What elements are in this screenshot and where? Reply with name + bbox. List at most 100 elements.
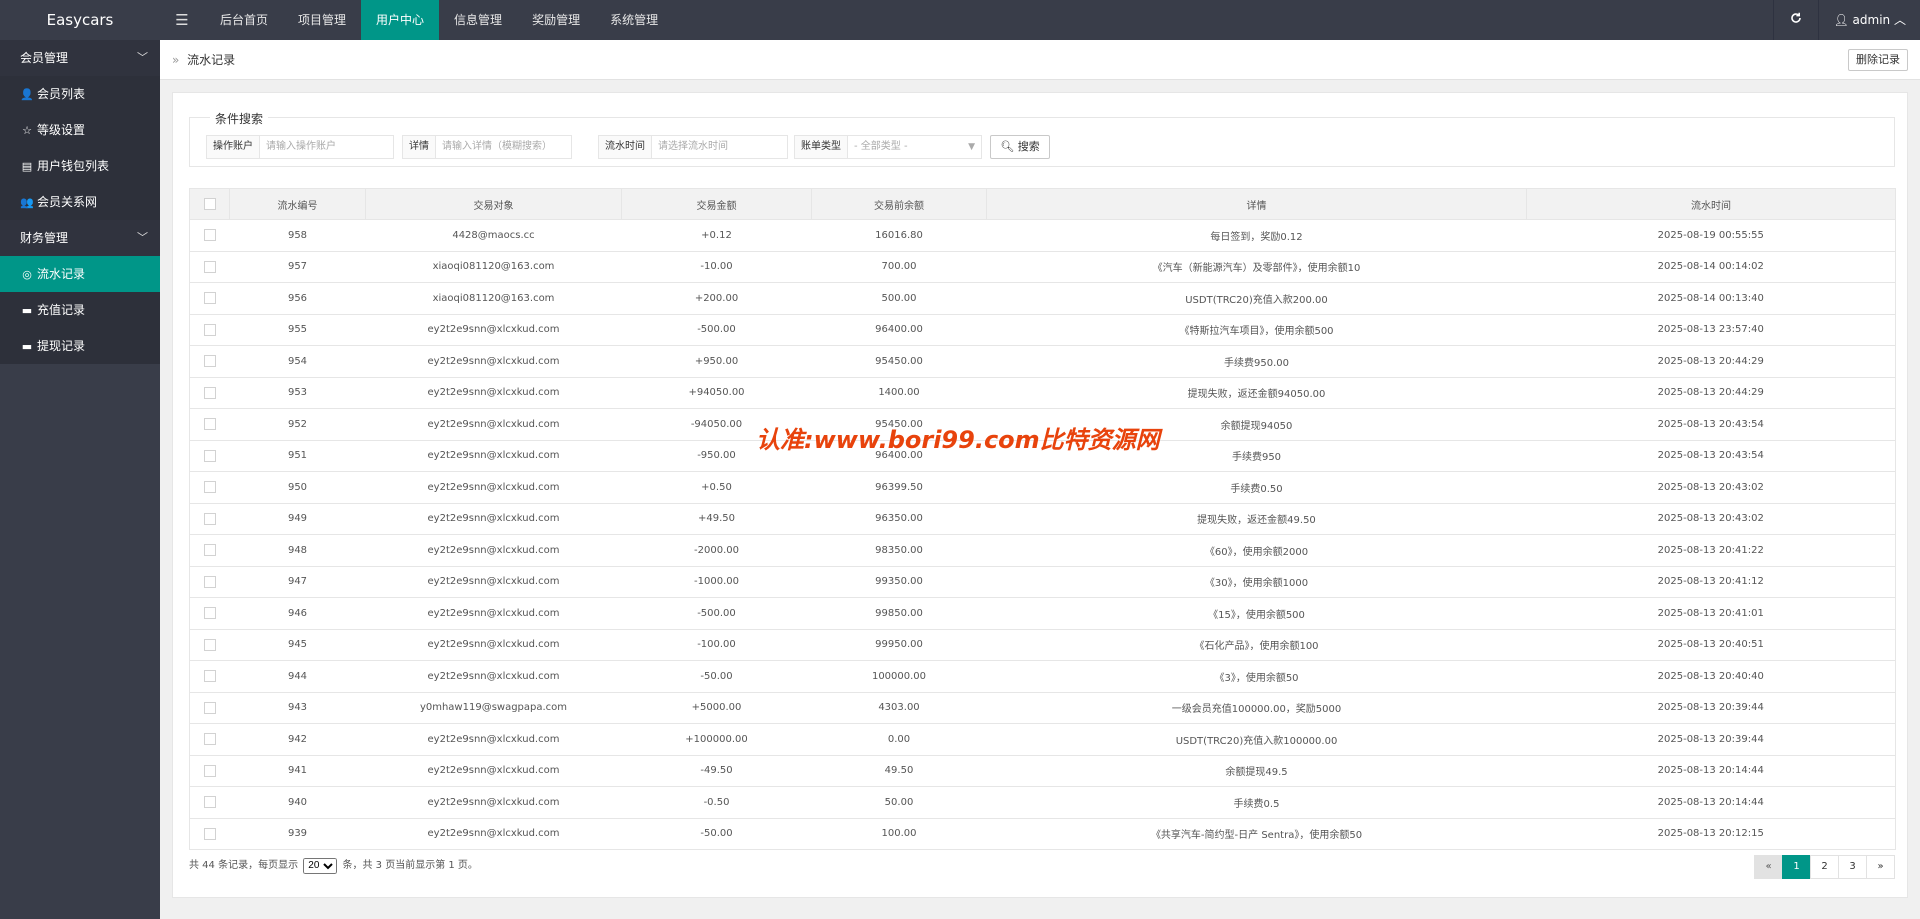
detail-input[interactable]: 请输入详情（模糊搜索） [436, 135, 572, 159]
select-all-checkbox[interactable] [203, 198, 216, 210]
table-row[interactable]: 956 xiaoqi081120@163.com +200.00 500.00 USDT… [189, 282, 1896, 315]
page-2-button[interactable]: 2 [1810, 855, 1839, 879]
sidebar-group-finance[interactable]: 财务管理 ﹀ [0, 220, 160, 256]
topnav-system[interactable]: 系统管理 [595, 0, 673, 40]
row-checkbox[interactable] [203, 607, 216, 620]
row-checkbox[interactable] [203, 449, 216, 462]
table-row[interactable]: 946 ey2t2e9snn@xlcxkud.com -500.00 99850.00… [189, 597, 1896, 630]
table-row[interactable]: 942 ey2t2e9snn@xlcxkud.com +100000.00 0.00 U… [189, 723, 1896, 756]
col-header-before-balance[interactable]: 交易前余额 [811, 188, 987, 220]
card-icon: ▬ [21, 304, 33, 317]
col-header-detail[interactable]: 详情 [986, 188, 1527, 220]
cell-detail: 《特斯拉汽车项目》，使用余额500 [986, 314, 1527, 346]
sidebar-item-wallet-list[interactable]: ▤ 用户钱包列表 [0, 148, 160, 184]
row-checkbox[interactable] [203, 575, 216, 588]
cell-before-balance: 700.00 [811, 251, 987, 283]
col-header-amount[interactable]: 交易金额 [621, 188, 812, 220]
sidebar-item-recharge-records[interactable]: ▬ 充值记录 [0, 292, 160, 328]
row-checkbox[interactable] [203, 323, 216, 336]
cell-amount: -94050.00 [621, 408, 812, 441]
col-header-target[interactable]: 交易对象 [365, 188, 622, 220]
cell-id: 941 [229, 755, 366, 787]
table-row[interactable]: 949 ey2t2e9snn@xlcxkud.com +49.50 96350.00 提… [189, 503, 1896, 535]
table-row[interactable]: 952 ey2t2e9snn@xlcxkud.com -94050.00 95450.… [189, 408, 1896, 441]
topnav-projects[interactable]: 项目管理 [283, 0, 361, 40]
row-checkbox[interactable] [203, 544, 216, 557]
table-row[interactable]: 950 ey2t2e9snn@xlcxkud.com +0.50 96399.50 手续… [189, 471, 1896, 504]
page-size-select[interactable]: 20 [303, 857, 338, 874]
sidebar-item-flow-records[interactable]: ◎ 流水记录 [0, 256, 160, 292]
sidebar-item-relation-network[interactable]: 👥 会员关系网 [0, 184, 160, 220]
topnav-home[interactable]: 后台首页 [205, 0, 283, 40]
sidebar-group-members[interactable]: 会员管理 ﹀ [0, 40, 160, 76]
sidebar-item-label: 会员关系网 [37, 195, 98, 209]
table-row[interactable]: 948 ey2t2e9snn@xlcxkud.com -2000.00 98350.0… [189, 534, 1896, 567]
table-row[interactable]: 951 ey2t2e9snn@xlcxkud.com -950.00 96400.00… [189, 440, 1896, 472]
row-checkbox[interactable] [203, 229, 216, 242]
row-checkbox[interactable] [203, 733, 216, 746]
cell-time: 2025-08-13 20:39:44 [1526, 723, 1896, 756]
table-row[interactable]: 955 ey2t2e9snn@xlcxkud.com -500.00 96400.00… [189, 314, 1896, 346]
cell-id: 944 [229, 660, 366, 693]
cell-amount: -50.00 [621, 660, 812, 693]
delete-records-button[interactable]: 删除记录 [1848, 49, 1908, 71]
cell-before-balance: 95450.00 [811, 408, 987, 441]
cell-time: 2025-08-19 00:55:55 [1526, 219, 1896, 252]
row-select-cell [189, 282, 230, 315]
cell-amount: -2000.00 [621, 534, 812, 567]
row-checkbox[interactable] [203, 796, 216, 809]
app-logo: Easycars [0, 0, 160, 40]
table-row[interactable]: 940 ey2t2e9snn@xlcxkud.com -0.50 50.00 手续费0.… [189, 786, 1896, 819]
topnav-info[interactable]: 信息管理 [439, 0, 517, 40]
topnav-rewards[interactable]: 奖励管理 [517, 0, 595, 40]
row-checkbox[interactable] [203, 418, 216, 431]
breadcrumb-arrow-icon: » [172, 53, 180, 67]
search-button[interactable]: 🔍︎ 搜索 [990, 135, 1050, 159]
row-checkbox[interactable] [203, 670, 216, 683]
table-row[interactable]: 958 4428@maocs.cc +0.12 16016.80 每日签到，奖励0.12… [189, 219, 1896, 252]
row-checkbox[interactable] [203, 512, 216, 525]
sidebar-item-level-settings[interactable]: ☆ 等级设置 [0, 112, 160, 148]
col-header-id[interactable]: 流水编号 [229, 188, 366, 220]
refresh-icon[interactable] [1773, 0, 1818, 40]
table-row[interactable]: 957 xiaoqi081120@163.com -10.00 700.00 《汽车（新… [189, 251, 1896, 283]
cell-amount: +49.50 [621, 503, 812, 535]
cell-before-balance: 95450.00 [811, 345, 987, 378]
account-input[interactable]: 请输入操作账户 [260, 135, 394, 159]
row-checkbox[interactable] [203, 260, 216, 273]
next-page-button[interactable]: » [1866, 855, 1895, 879]
cell-before-balance: 96350.00 [811, 503, 987, 535]
table-header-row: 流水编号 交易对象 交易金额 交易前余额 详情 流水时间 [189, 188, 1896, 220]
page-1-button[interactable]: 1 [1782, 855, 1811, 879]
row-checkbox[interactable] [203, 827, 216, 840]
row-select-cell [189, 219, 230, 252]
table-row[interactable]: 954 ey2t2e9snn@xlcxkud.com +950.00 95450.00… [189, 345, 1896, 378]
row-checkbox[interactable] [203, 764, 216, 777]
prev-page-button[interactable]: « [1754, 855, 1783, 879]
row-checkbox[interactable] [203, 701, 216, 714]
table-row[interactable]: 941 ey2t2e9snn@xlcxkud.com -49.50 49.50 余额提现… [189, 755, 1896, 787]
table-row[interactable]: 953 ey2t2e9snn@xlcxkud.com +94050.00 1400.0… [189, 377, 1896, 409]
table-row[interactable]: 947 ey2t2e9snn@xlcxkud.com -1000.00 99350.0… [189, 566, 1896, 598]
row-checkbox[interactable] [203, 386, 216, 399]
sidebar-item-member-list[interactable]: 👤 会员列表 [0, 76, 160, 112]
user-menu[interactable]: 👤︎ admin ︿ [1818, 0, 1920, 40]
topnav-user-center[interactable]: 用户中心 [361, 0, 440, 40]
table-row[interactable]: 939 ey2t2e9snn@xlcxkud.com -50.00 100.00 《共享… [189, 818, 1896, 850]
sidebar-item-withdraw-records[interactable]: ▬ 提现记录 [0, 328, 160, 364]
menu-toggle-icon[interactable]: ☰ [160, 0, 204, 40]
table-row[interactable]: 945 ey2t2e9snn@xlcxkud.com -100.00 99950.00… [189, 629, 1896, 661]
page-3-button[interactable]: 3 [1838, 855, 1867, 879]
table-row[interactable]: 943 y0mhaw119@swagpapa.com +5000.00 4303.00… [189, 692, 1896, 724]
cell-detail: 手续费0.5 [986, 786, 1527, 819]
cell-amount: -500.00 [621, 597, 812, 630]
table-row[interactable]: 944 ey2t2e9snn@xlcxkud.com -50.00 100000.00… [189, 660, 1896, 693]
row-checkbox[interactable] [203, 292, 216, 305]
col-header-time[interactable]: 流水时间 [1526, 188, 1896, 220]
row-checkbox[interactable] [203, 355, 216, 368]
type-select[interactable]: - 全部类型 - ▼ [848, 135, 982, 159]
row-checkbox[interactable] [203, 638, 216, 651]
row-checkbox[interactable] [203, 481, 216, 494]
time-input[interactable]: 请选择流水时间 [652, 135, 788, 159]
row-select-cell [189, 345, 230, 378]
